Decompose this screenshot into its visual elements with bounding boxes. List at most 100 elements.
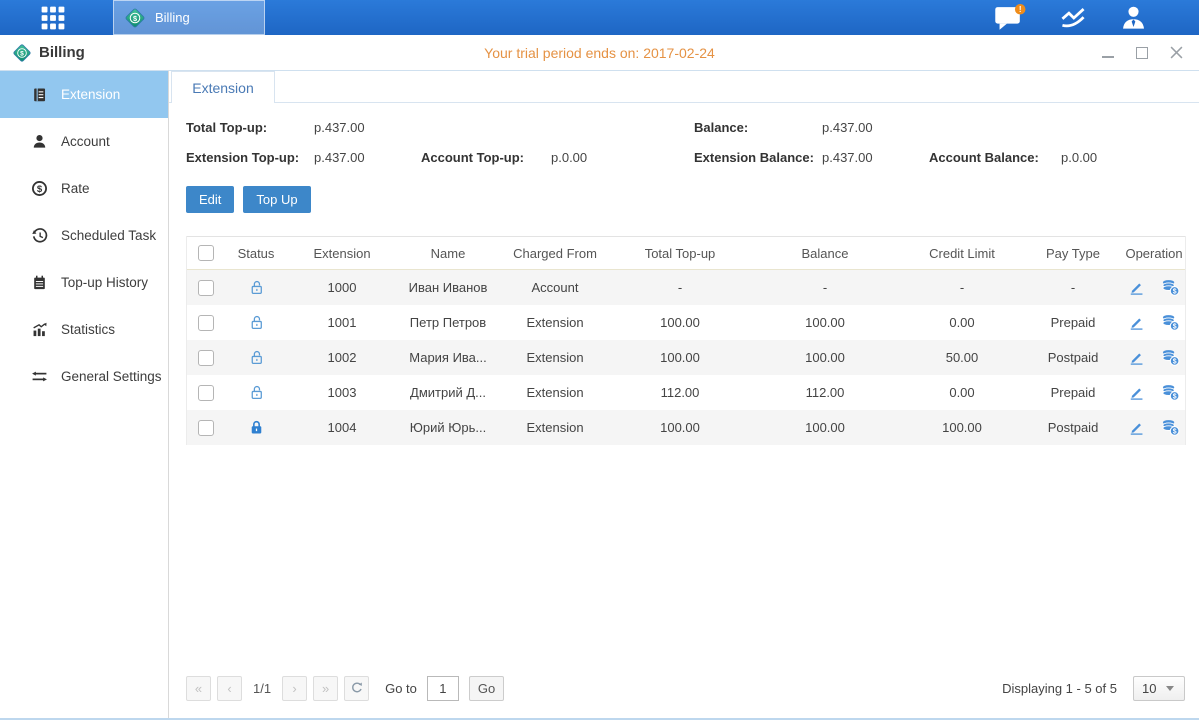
balance-summary: Total Top-up: p.437.00 Balance: p.437.00… [186, 120, 1185, 165]
pay-type: Prepaid [1023, 315, 1123, 330]
table-row[interactable]: 1004 Юрий Юрь... Extension 100.00 100.00… [187, 410, 1185, 445]
locked-icon [248, 419, 265, 436]
row-checkbox[interactable] [198, 385, 214, 401]
balance: 100.00 [749, 420, 901, 435]
status-cell [225, 279, 287, 296]
sidebar-item-label: Statistics [61, 322, 115, 337]
row-checkbox[interactable] [198, 350, 214, 366]
edit-icon[interactable] [1128, 279, 1145, 296]
edit-icon[interactable] [1128, 349, 1145, 366]
status-cell [225, 314, 287, 331]
credit-limit: 0.00 [901, 315, 1023, 330]
tab-extension[interactable]: Extension [171, 71, 275, 103]
first-page-button[interactable]: « [186, 676, 211, 701]
row-checkbox[interactable] [198, 280, 214, 296]
header-pay-type: Pay Type [1023, 246, 1123, 261]
goto-page-input[interactable] [427, 676, 459, 701]
sidebar-item-topup-history[interactable]: Top-up History [0, 259, 168, 306]
extension-balance-value: p.437.00 [822, 150, 929, 165]
tab-strip: Extension [169, 71, 1199, 103]
billing-app-icon: $ [124, 7, 146, 29]
edit-icon[interactable] [1128, 314, 1145, 331]
next-page-button[interactable]: › [282, 676, 307, 701]
sliders-icon [31, 368, 48, 385]
extension-balance-label: Extension Balance: [694, 150, 822, 165]
main-area: Extension Account $ Rate Scheduled Task [0, 71, 1199, 718]
select-all-checkbox[interactable] [198, 245, 214, 261]
top-up-icon[interactable]: $ [1161, 419, 1180, 436]
unlocked-icon [248, 279, 265, 296]
chevron-down-icon [1166, 686, 1174, 691]
user-account-button[interactable] [1120, 4, 1147, 31]
sidebar-item-label: Rate [61, 181, 90, 196]
summary-row: Total Top-up: p.437.00 [186, 120, 694, 135]
extension-name: Юрий Юрь... [397, 420, 499, 435]
top-up-icon[interactable]: $ [1161, 314, 1180, 331]
svg-text:$: $ [1173, 393, 1177, 400]
app-grid-icon[interactable] [33, 0, 73, 35]
svg-text:$: $ [37, 184, 43, 195]
edit-button[interactable]: Edit [186, 186, 234, 213]
notifications-button[interactable]: ! [994, 4, 1026, 31]
extension-topup-value: p.437.00 [314, 150, 421, 165]
top-up-icon[interactable]: $ [1161, 279, 1180, 296]
sidebar-item-account[interactable]: Account [0, 118, 168, 165]
sidebar-item-statistics[interactable]: Statistics [0, 306, 168, 353]
pay-type: Postpaid [1023, 420, 1123, 435]
row-checkbox[interactable] [198, 420, 214, 436]
sidebar-item-scheduled-task[interactable]: Scheduled Task [0, 212, 168, 259]
displaying-count: Displaying 1 - 5 of 5 [1002, 681, 1117, 696]
header-extension: Extension [287, 246, 397, 261]
close-button[interactable] [1169, 46, 1183, 60]
row-checkbox[interactable] [198, 315, 214, 331]
extension-number: 1002 [287, 350, 397, 365]
goto-label: Go to [385, 681, 417, 696]
pay-type: Prepaid [1023, 385, 1123, 400]
statistics-monitor-button[interactable] [1058, 5, 1088, 31]
summary-row: Extension Top-up: p.437.00 Account Top-u… [186, 150, 694, 165]
content-panel: Extension Total Top-up: p.437.00 Balance… [169, 71, 1199, 718]
svg-text:$: $ [20, 50, 24, 57]
total-topup: 100.00 [611, 350, 749, 365]
svg-text:$: $ [1173, 428, 1177, 435]
top-up-button[interactable]: Top Up [243, 186, 310, 213]
page-indicator: 1/1 [253, 681, 271, 696]
top-app-bar: $ Billing ! [0, 0, 1199, 35]
table-row[interactable]: 1003 Дмитрий Д... Extension 112.00 112.0… [187, 375, 1185, 410]
top-up-icon[interactable]: $ [1161, 384, 1180, 401]
top-up-icon[interactable]: $ [1161, 349, 1180, 366]
credit-limit: - [901, 280, 1023, 295]
account-topup-value: p.0.00 [551, 150, 587, 165]
summary-row: Extension Balance: p.437.00 Account Bala… [694, 150, 1185, 165]
edit-icon[interactable] [1128, 384, 1145, 401]
taskbar-tab-billing[interactable]: $ Billing [113, 0, 265, 35]
minimize-button[interactable] [1101, 46, 1115, 60]
summary-row: Balance: p.437.00 [694, 120, 1185, 135]
refresh-icon [350, 681, 364, 695]
sidebar-item-general-settings[interactable]: General Settings [0, 353, 168, 400]
page-size-dropdown[interactable]: 10 [1133, 676, 1185, 701]
go-button[interactable]: Go [469, 676, 504, 701]
message-icon: ! [994, 4, 1026, 31]
sidebar-item-extension[interactable]: Extension [0, 71, 168, 118]
operation-cell: $ [1123, 279, 1185, 296]
last-page-button[interactable]: » [313, 676, 338, 701]
extension-topup-label: Extension Top-up: [186, 150, 314, 165]
topbar-icons: ! [994, 0, 1147, 35]
extension-number: 1000 [287, 280, 397, 295]
maximize-button[interactable] [1135, 46, 1149, 60]
total-topup: 112.00 [611, 385, 749, 400]
total-topup: - [611, 280, 749, 295]
table-row[interactable]: 1001 Петр Петров Extension 100.00 100.00… [187, 305, 1185, 340]
bar-chart-icon [31, 321, 48, 338]
pay-type: - [1023, 280, 1123, 295]
edit-icon[interactable] [1128, 419, 1145, 436]
refresh-button[interactable] [344, 676, 369, 701]
window-controls [1101, 46, 1183, 60]
unlocked-icon [248, 349, 265, 366]
table-row[interactable]: 1002 Мария Ива... Extension 100.00 100.0… [187, 340, 1185, 375]
total-topup: 100.00 [611, 315, 749, 330]
table-row[interactable]: 1000 Иван Иванов Account - - - - $ [187, 270, 1185, 305]
prev-page-button[interactable]: ‹ [217, 676, 242, 701]
sidebar-item-rate[interactable]: $ Rate [0, 165, 168, 212]
